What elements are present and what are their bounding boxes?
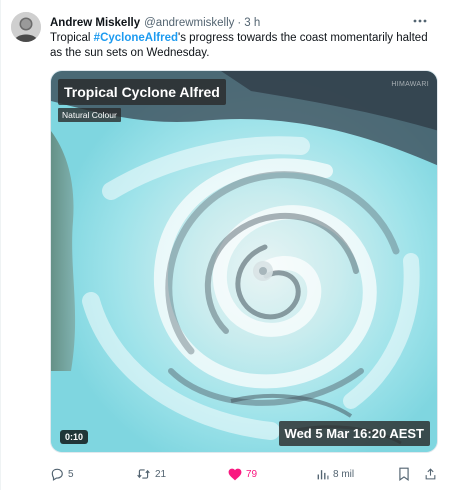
tweet-text-start: Tropical: [50, 32, 94, 44]
display-name[interactable]: Andrew Miskelly: [50, 17, 140, 29]
repost-count: 21: [155, 468, 167, 480]
user-handle[interactable]: @andrewmiskelly: [144, 17, 234, 29]
views-count: 8 mil: [333, 468, 355, 480]
video-subtitle: Natural Colour: [58, 108, 121, 122]
separator: ·: [237, 17, 242, 29]
share-icon: [425, 468, 436, 480]
bookmark-icon: [399, 467, 409, 481]
video-timestamp: Wed 5 Mar 16:20 AEST: [278, 421, 430, 446]
tweet-text: Tropical #CycloneAlfred's progress towar…: [50, 31, 430, 61]
more-icon: [413, 19, 427, 23]
reply-icon: [51, 468, 63, 481]
more-options-button[interactable]: [409, 12, 431, 30]
repost-button[interactable]: 21: [136, 465, 166, 483]
share-button[interactable]: [424, 465, 437, 483]
satellite-image: [51, 71, 437, 452]
tweet-header: Andrew Miskelly @andrewmiskelly · 3 h: [50, 14, 435, 32]
like-button[interactable]: 79: [228, 465, 257, 483]
like-count: 79: [246, 468, 258, 480]
reply-button[interactable]: 5: [50, 465, 74, 483]
tweet[interactable]: Andrew Miskelly @andrewmiskelly · 3 h Tr…: [0, 0, 449, 490]
divider: [0, 0, 1, 490]
bookmark-button[interactable]: [398, 465, 410, 483]
video-title: Tropical Cyclone Alfred: [58, 79, 226, 105]
timestamp[interactable]: 3 h: [244, 17, 260, 29]
hashtag-link[interactable]: #CycloneAlfred: [94, 32, 178, 44]
repost-icon: [137, 469, 150, 479]
action-bar: 5 21 79 8 mil: [50, 465, 442, 483]
views-button[interactable]: 8 mil: [316, 465, 354, 483]
reply-count: 5: [68, 468, 74, 480]
video-duration: 0:10: [60, 430, 89, 444]
watermark: HIMAWARI: [391, 81, 429, 88]
views-icon: [317, 469, 329, 479]
like-icon: [228, 468, 242, 480]
avatar[interactable]: [11, 12, 41, 42]
video-player[interactable]: Tropical Cyclone Alfred Natural Colour H…: [50, 70, 438, 453]
